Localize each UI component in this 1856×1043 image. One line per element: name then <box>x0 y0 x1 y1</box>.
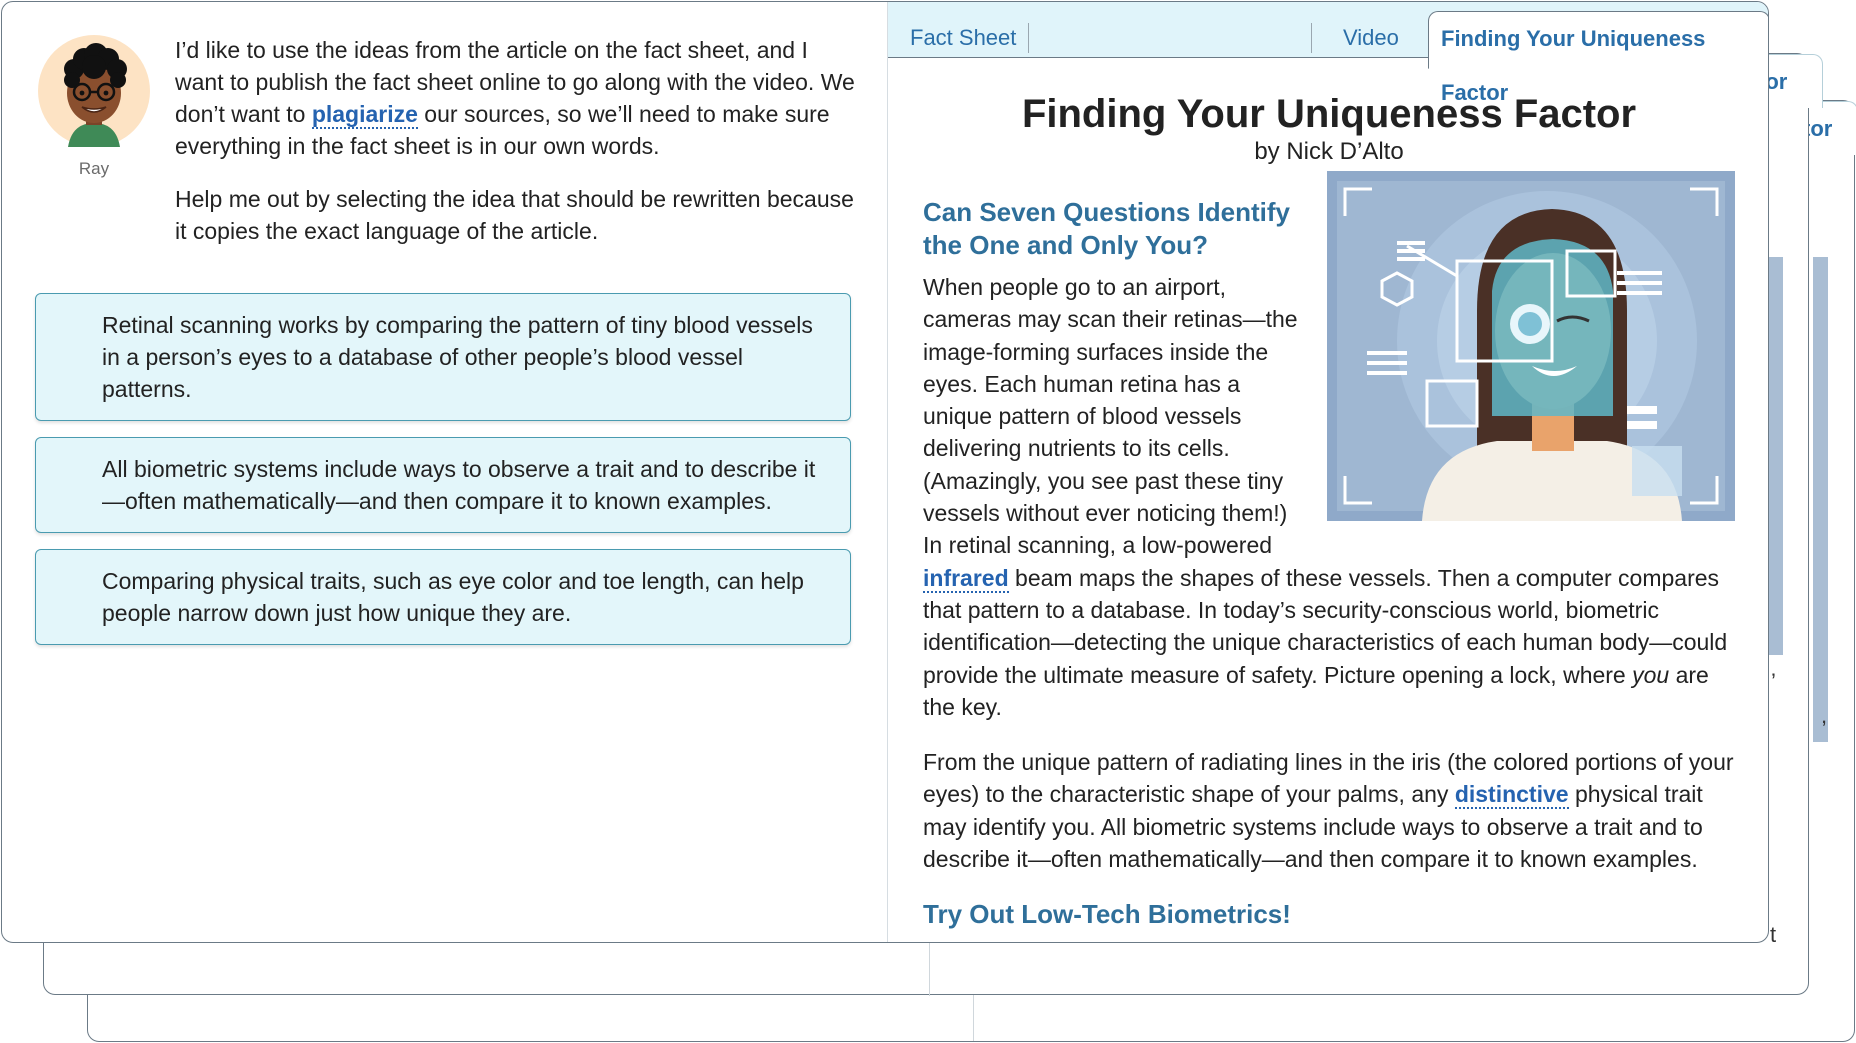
glossary-link-distinctive[interactable]: distinctive <box>1454 781 1569 810</box>
tab-fact-sheet[interactable]: Fact Sheet <box>910 2 1016 57</box>
task-panel: Ray I’d like to use the ideas from the a… <box>2 2 888 942</box>
answer-choices: Retinal scanning works by comparing the … <box>35 293 851 661</box>
image-edge <box>1813 257 1828 742</box>
glossary-link-infrared[interactable]: infrared <box>923 564 1009 593</box>
paragraph-text: When people go to an airport, cameras ma… <box>923 274 1298 559</box>
text-fragment: ’ <box>1771 669 1776 694</box>
article-heading-2: Try Out Low-Tech Biometrics! <box>923 899 1291 930</box>
text-fragment: t <box>1770 922 1777 947</box>
article-title: Finding Your Uniqueness Factor <box>1021 92 1637 136</box>
text-fragment: , <box>1821 703 1828 728</box>
message-paragraph: I’d like to use the ideas from the artic… <box>175 34 855 162</box>
face-scan-illustration <box>1327 171 1735 521</box>
image-edge <box>1769 257 1783 655</box>
emphasis-text: you <box>1632 661 1670 688</box>
activity-card: Ray I’d like to use the ideas from the a… <box>1 1 1769 943</box>
article-author: by Nick D’Alto <box>1254 138 1404 165</box>
tab-video[interactable]: Video <box>1343 2 1399 57</box>
answer-choice-2[interactable]: All biometric systems include ways to ob… <box>35 437 851 533</box>
tab-divider <box>1028 23 1029 53</box>
glossary-link-plagiarize[interactable]: plagiarize <box>311 101 418 129</box>
article-paragraph-2: From the unique pattern of radiating lin… <box>923 746 1735 875</box>
article-content: Finding Your Uniqueness Factor by Nick D… <box>923 57 1735 931</box>
answer-choice-3[interactable]: Comparing physical traits, such as eye c… <box>35 549 851 645</box>
resource-panel: Fact Sheet Video Finding Your Uniqueness… <box>888 2 1768 942</box>
ray-avatar-icon <box>38 35 150 147</box>
answer-choice-1[interactable]: Retinal scanning works by comparing the … <box>35 293 851 421</box>
tab-divider <box>1311 23 1312 53</box>
speaker-message: I’d like to use the ideas from the artic… <box>175 34 855 268</box>
instruction-text: Help me out by selecting the idea that s… <box>175 186 854 244</box>
paragraph-text: beam maps the shapes of these vessels. T… <box>923 564 1728 688</box>
resource-tabs: Fact Sheet Video Finding Your Uniqueness… <box>888 2 1768 105</box>
speaker-name: Ray <box>78 159 110 178</box>
